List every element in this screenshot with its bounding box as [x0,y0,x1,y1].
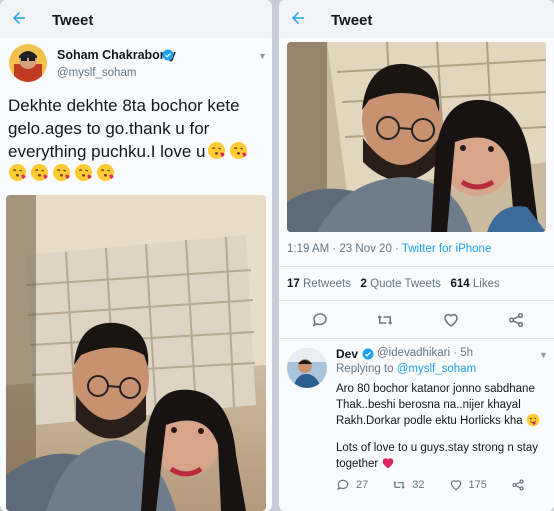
tongue-emoji-icon [526,413,540,427]
red-heart-icon [383,458,394,469]
replying-to-handle[interactable]: @myslf_soham [397,363,476,375]
quotes-stat[interactable]: 2 Quote Tweets [361,278,441,290]
reply-like-action[interactable]: 175 [449,478,487,492]
reply-share-action[interactable] [511,478,525,492]
header-bar: Tweet [0,0,272,38]
reply-actions: 27 32 175 [336,478,549,492]
divider [279,266,554,267]
retweet-icon[interactable] [392,478,406,492]
like-icon[interactable] [449,478,463,492]
kiss-emoji [8,163,27,187]
reply-retweet-action[interactable]: 32 [392,478,425,492]
verified-badge-icon [362,348,374,360]
kiss-emoji [74,163,93,187]
reply-count: 27 [356,479,369,491]
tweet-stats: 17 Retweets 2 Quote Tweets 614 Likes [287,278,500,290]
retweet-count: 32 [412,479,425,491]
kiss-emoji [207,141,226,165]
header-bar: Tweet [279,0,554,38]
emoji-row [8,163,115,187]
emoji-row-end [207,141,248,165]
divider [279,338,554,339]
tweet-time: 1:19 AM · 23 Nov 20 · [287,243,402,255]
tweet-actions [287,311,549,329]
back-arrow-icon[interactable] [10,9,28,27]
right-tweet-panel: Tweet 1:19 AM · 23 Nov 20 · Twitter for … [279,0,554,511]
kiss-emoji [96,163,115,187]
reply-text-part1: Aro 80 bochor katanor jonno sabdhane Tha… [336,383,535,427]
reply-icon[interactable] [336,478,350,492]
tweet-source-link[interactable]: Twitter for iPhone [402,243,491,255]
retweet-icon[interactable] [376,311,394,329]
reply-text: Aro 80 bochor katanor jonno sabdhane Tha… [336,381,548,429]
verified-badge-icon [162,49,174,61]
kiss-emoji [30,163,49,187]
reply-author-name[interactable]: Dev [336,347,358,361]
share-icon[interactable] [511,478,525,492]
retweets-stat[interactable]: 17 Retweets [287,278,351,290]
author-name[interactable]: Soham Chakraborty [57,48,176,62]
divider [279,300,554,301]
kiss-emoji [229,141,248,165]
page-title: Tweet [52,12,94,29]
reply-text-part2: Lots of love to u guys.stay strong n sta… [336,442,538,470]
back-arrow-icon[interactable] [289,9,307,27]
reply-text-second: Lots of love to u guys.stay strong n sta… [336,440,548,472]
tweet-body: Dekhte dekhte 8ta bochor kete gelo.ages … [8,96,240,161]
tweet-timestamp: 1:19 AM · 23 Nov 20 · Twitter for iPhone [287,243,491,255]
tweet-photo[interactable] [6,195,266,511]
chevron-down-icon[interactable]: ▼ [539,350,548,360]
replying-to: Replying to @myslf_soham [336,363,477,375]
like-count: 175 [468,479,487,491]
kiss-emoji [52,163,71,187]
like-icon[interactable] [442,311,460,329]
page-title: Tweet [331,12,373,29]
tweet-photo[interactable] [287,42,546,232]
chevron-down-icon[interactable]: ▼ [258,51,267,61]
avatar[interactable] [9,44,47,82]
left-tweet-panel: Tweet Soham Chakraborty @myslf_soham ▼ D… [0,0,272,511]
author-handle[interactable]: @myslf_soham [57,67,136,79]
reply-author-handle: @idevadhikari · 5h [377,347,474,359]
reply-icon[interactable] [311,311,329,329]
reply-avatar[interactable] [287,348,327,388]
share-icon[interactable] [507,311,525,329]
likes-stat[interactable]: 614 Likes [450,278,499,290]
reply-reply-action[interactable]: 27 [336,478,368,492]
